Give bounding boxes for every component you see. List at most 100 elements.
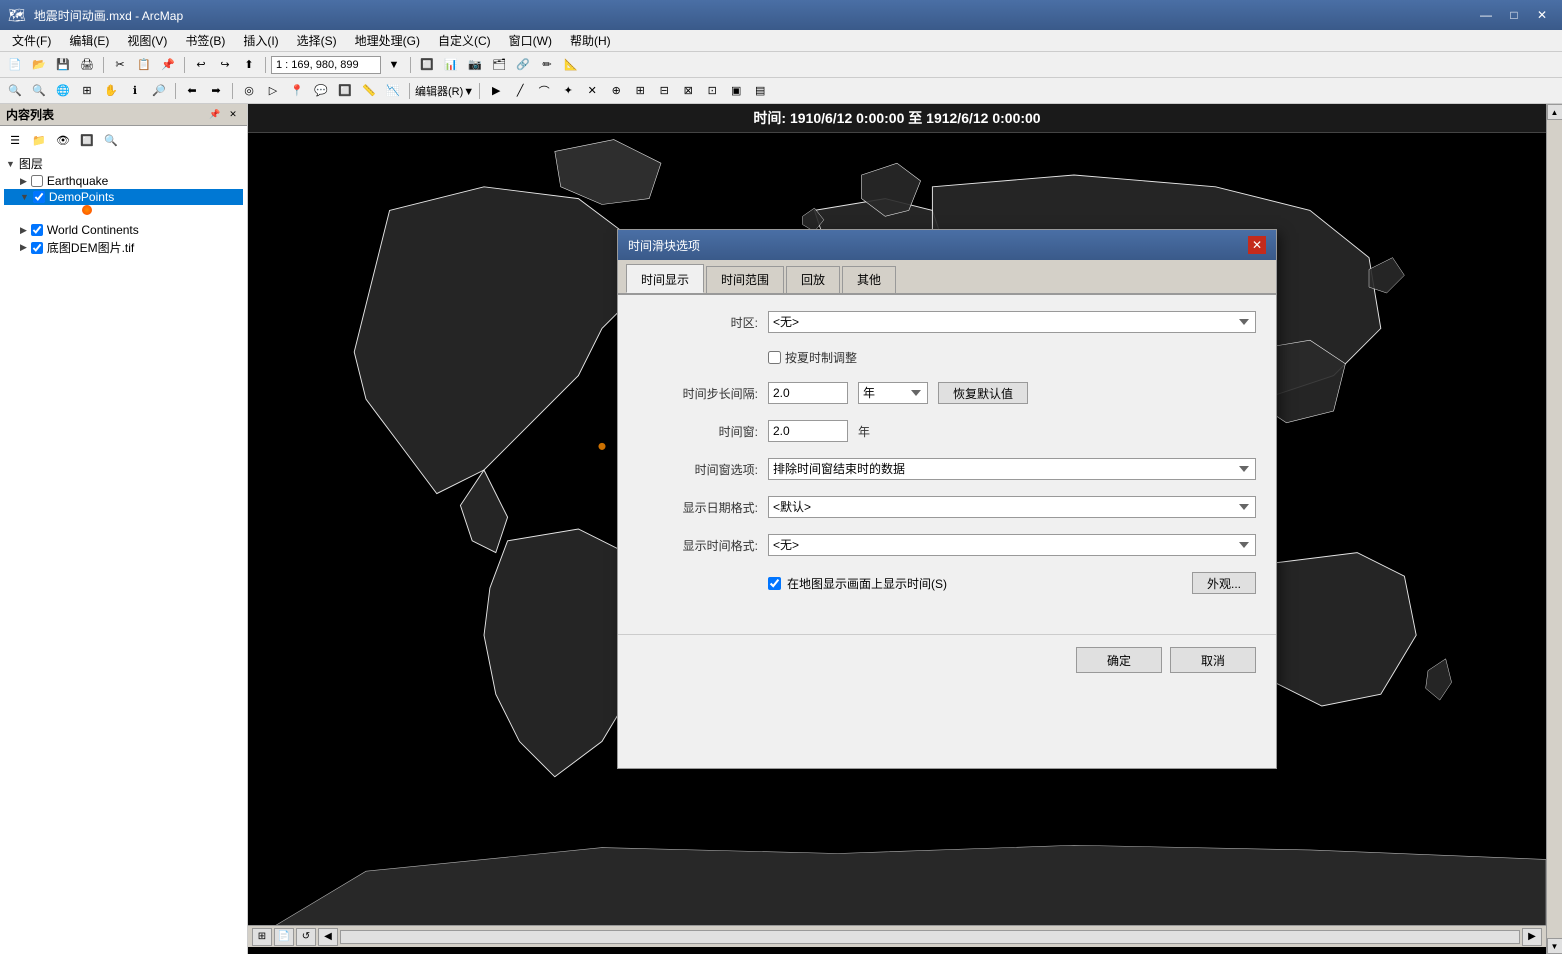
tool5[interactable]: 🔗 (512, 55, 534, 75)
close-button[interactable]: ✕ (1530, 5, 1554, 25)
step-input[interactable] (768, 382, 848, 404)
step-unit-select[interactable]: 年 月 日 小时 (858, 382, 928, 404)
tab-time-range[interactable]: 时间范围 (706, 266, 784, 293)
time-format-select[interactable]: <无> (768, 534, 1256, 556)
dialog-close-button[interactable]: ✕ (1248, 236, 1266, 254)
menu-help[interactable]: 帮助(H) (562, 30, 619, 51)
map-tool4[interactable]: 💬 (310, 81, 332, 101)
maximize-button[interactable]: □ (1502, 5, 1526, 25)
copy-button[interactable]: 📋 (133, 55, 155, 75)
layer-demopoints[interactable]: ▼ DemoPoints (4, 189, 243, 205)
zoom-world[interactable]: ⊞ (76, 81, 98, 101)
tool1[interactable]: 🔲 (416, 55, 438, 75)
map-tool5[interactable]: 🔲 (334, 81, 356, 101)
draw-tool8[interactable]: ⊠ (677, 81, 699, 101)
layer-worldcontinents[interactable]: ▶ World Continents (4, 222, 243, 238)
editor-bar-label[interactable]: 编辑器(R)▼ (415, 83, 474, 99)
menu-customize[interactable]: 自定义(C) (430, 30, 499, 51)
draw-tool6[interactable]: ⊞ (629, 81, 651, 101)
earthquake-checkbox[interactable] (31, 175, 43, 187)
nav-arrow[interactable]: ⬅ (181, 81, 203, 101)
toc-sel-view[interactable]: 🔲 (76, 130, 98, 150)
paste-button[interactable]: 📌 (157, 55, 179, 75)
map-tool1[interactable]: ◎ (238, 81, 260, 101)
menu-edit[interactable]: 编辑(E) (61, 30, 117, 51)
toc-close[interactable]: ✕ (225, 107, 241, 123)
map-tool3[interactable]: 📍 (286, 81, 308, 101)
play-button[interactable]: ▶ (485, 81, 507, 101)
minimize-button[interactable]: — (1474, 5, 1498, 25)
prev-btn[interactable]: ◀ (318, 928, 338, 946)
menu-select[interactable]: 选择(S) (289, 30, 345, 51)
zoom-out[interactable]: 🔍 (28, 81, 50, 101)
open-button[interactable]: 📂 (28, 55, 50, 75)
show-time-checkbox[interactable] (768, 577, 781, 590)
draw-tool10[interactable]: ▣ (725, 81, 747, 101)
demopoints-checkbox[interactable] (33, 191, 45, 203)
draw-tool7[interactable]: ⊟ (653, 81, 675, 101)
tab-other[interactable]: 其他 (842, 266, 896, 293)
tool4[interactable]: 🗂 (488, 55, 510, 75)
date-format-select[interactable]: <默认> (768, 496, 1256, 518)
tool2[interactable]: 📊 (440, 55, 462, 75)
tool6[interactable]: ✏ (536, 55, 558, 75)
scroll-up[interactable]: ▲ (1547, 104, 1562, 120)
cut-button[interactable]: ✂ (109, 55, 131, 75)
grid-btn[interactable]: ⊞ (252, 928, 272, 946)
dem-checkbox[interactable] (31, 242, 43, 254)
pan[interactable]: ✋ (100, 81, 122, 101)
appearance-button[interactable]: 外观... (1192, 572, 1256, 594)
timezone-select[interactable]: <无> (768, 311, 1256, 333)
north-button[interactable]: ⬆ (238, 55, 260, 75)
draw-tool11[interactable]: ▤ (749, 81, 771, 101)
horizontal-scrollbar[interactable] (340, 930, 1520, 944)
window-input[interactable] (768, 420, 848, 442)
print-button[interactable]: 🖨 (76, 55, 98, 75)
new-button[interactable]: 📄 (4, 55, 26, 75)
layer-earthquake[interactable]: ▶ Earthquake (4, 173, 243, 189)
draw-tool3[interactable]: ✦ (557, 81, 579, 101)
page-btn[interactable]: 📄 (274, 928, 294, 946)
worldcontinents-checkbox[interactable] (31, 224, 43, 236)
menu-window[interactable]: 窗口(W) (501, 30, 560, 51)
draw-tool2[interactable]: ⌒ (533, 81, 555, 101)
menu-geoprocess[interactable]: 地理处理(G) (347, 30, 428, 51)
scale-input[interactable] (271, 56, 381, 74)
layers-group-header[interactable]: ▼ 图层 (4, 154, 243, 173)
tab-time-display[interactable]: 时间显示 (626, 264, 704, 293)
toc-vis-view[interactable]: 👁 (52, 130, 74, 150)
find[interactable]: 🔎 (148, 81, 170, 101)
daylight-checkbox[interactable] (768, 351, 781, 364)
menu-view[interactable]: 视图(V) (119, 30, 175, 51)
restore-default-button[interactable]: 恢复默认值 (938, 382, 1028, 404)
next-btn[interactable]: ▶ (1522, 928, 1542, 946)
cancel-button[interactable]: 取消 (1170, 647, 1256, 673)
menu-file[interactable]: 文件(F) (4, 30, 59, 51)
map-tool6[interactable]: 📏 (358, 81, 380, 101)
tool7[interactable]: 📐 (560, 55, 582, 75)
identify[interactable]: ℹ (124, 81, 146, 101)
map-tool2[interactable]: ▷ (262, 81, 284, 101)
redo-button[interactable]: ↪ (214, 55, 236, 75)
toc-list-view[interactable]: ☰ (4, 130, 26, 150)
window-options-select[interactable]: 排除时间窗结束时的数据包含时间窗结束时的数据 (768, 458, 1256, 480)
tab-playback[interactable]: 回放 (786, 266, 840, 293)
toc-source-view[interactable]: 📁 (28, 130, 50, 150)
scroll-down[interactable]: ▼ (1547, 938, 1562, 954)
map-canvas[interactable]: 时间滑块选项 ✕ 时间显示 时间范围 回放 其他 时区: (248, 133, 1546, 925)
undo-button[interactable]: ↩ (190, 55, 212, 75)
menu-insert[interactable]: 插入(I) (235, 30, 286, 51)
toc-search[interactable]: 🔍 (100, 130, 122, 150)
refresh-btn[interactable]: ↺ (296, 928, 316, 946)
draw-tool1[interactable]: ╱ (509, 81, 531, 101)
zoom-in[interactable]: 🔍 (4, 81, 26, 101)
full-extent[interactable]: 🌐 (52, 81, 74, 101)
draw-tool4[interactable]: ✕ (581, 81, 603, 101)
draw-tool9[interactable]: ⊡ (701, 81, 723, 101)
draw-tool5[interactable]: ⊕ (605, 81, 627, 101)
zoom-dropdown[interactable]: ▼ (383, 55, 405, 75)
ok-button[interactable]: 确定 (1076, 647, 1162, 673)
map-tool7[interactable]: 📉 (382, 81, 404, 101)
nav-fwd[interactable]: ➡ (205, 81, 227, 101)
layer-dem[interactable]: ▶ 底图DEM图片.tif (4, 238, 243, 257)
